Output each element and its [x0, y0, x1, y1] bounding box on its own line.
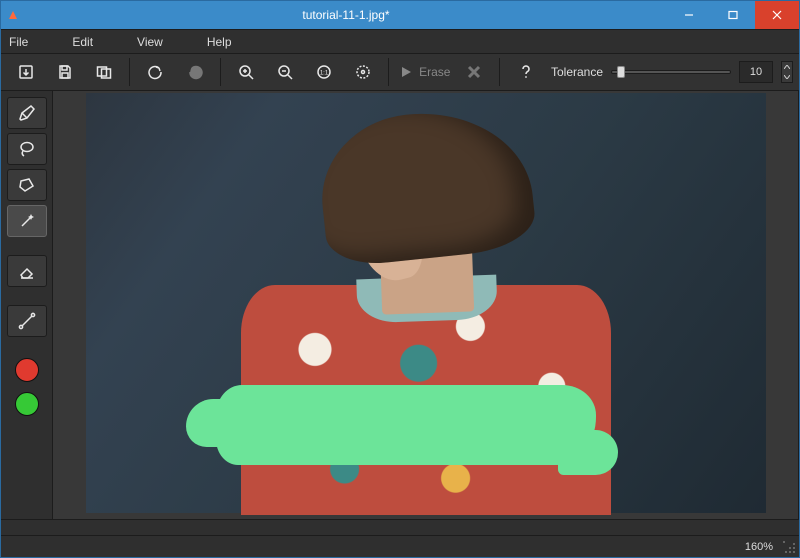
- zoom-actual-button[interactable]: 1:1: [308, 57, 341, 87]
- canvas[interactable]: [53, 91, 799, 519]
- image-content: [86, 93, 766, 513]
- maximize-button[interactable]: [711, 1, 755, 29]
- menu-help[interactable]: Help: [207, 35, 232, 49]
- line-tool[interactable]: [7, 305, 47, 337]
- menu-file[interactable]: File: [9, 35, 28, 49]
- help-button[interactable]: [509, 57, 542, 87]
- magic-wand-tool[interactable]: [7, 205, 47, 237]
- erase-label: Erase: [419, 65, 450, 79]
- undo-button[interactable]: [139, 57, 172, 87]
- work-area: [1, 91, 799, 519]
- toolbar: 1:1 Erase Tolerance 10: [1, 53, 799, 91]
- zoom-level[interactable]: 160%: [745, 541, 773, 553]
- titlebar[interactable]: tutorial-11-1.jpg*: [1, 1, 799, 29]
- zoom-out-button[interactable]: [269, 57, 302, 87]
- spinner-down-icon[interactable]: [782, 72, 792, 82]
- selection-mask: [216, 385, 596, 465]
- horizontal-scrollbar[interactable]: [1, 519, 799, 535]
- tool-sidebar: [1, 91, 53, 519]
- cancel-erase-button[interactable]: [457, 57, 490, 87]
- separator: [129, 58, 130, 86]
- app-icon: [1, 1, 25, 29]
- menubar: File Edit View Help: [1, 29, 799, 53]
- app-window: tutorial-11-1.jpg* File Edit View Help 1…: [0, 0, 800, 558]
- separator: [388, 58, 389, 86]
- green-marker-color[interactable]: [7, 389, 47, 419]
- tolerance-value[interactable]: 10: [739, 61, 773, 83]
- separator: [220, 58, 221, 86]
- save-button[interactable]: [49, 57, 82, 87]
- polygon-tool[interactable]: [7, 169, 47, 201]
- redo-button[interactable]: [178, 57, 211, 87]
- open-button[interactable]: [10, 57, 43, 87]
- window-title: tutorial-11-1.jpg*: [25, 1, 667, 29]
- marker-tool[interactable]: [7, 97, 47, 129]
- tolerance-control: Tolerance 10: [551, 61, 793, 83]
- spinner-up-icon[interactable]: [782, 62, 792, 72]
- menu-edit[interactable]: Edit: [72, 35, 93, 49]
- compare-button[interactable]: [88, 57, 121, 87]
- minimize-button[interactable]: [667, 1, 711, 29]
- separator: [499, 58, 500, 86]
- red-marker-color[interactable]: [7, 355, 47, 385]
- close-button[interactable]: [755, 1, 799, 29]
- lasso-tool[interactable]: [7, 133, 47, 165]
- tolerance-spinner[interactable]: [781, 61, 793, 83]
- zoom-fit-button[interactable]: [346, 57, 379, 87]
- tolerance-slider[interactable]: [611, 65, 731, 79]
- menu-view[interactable]: View: [137, 35, 163, 49]
- statusbar: 160%: [1, 535, 799, 557]
- zoom-in-button[interactable]: [230, 57, 263, 87]
- tolerance-label: Tolerance: [551, 65, 603, 79]
- eraser-tool[interactable]: [7, 255, 47, 287]
- svg-text:1:1: 1:1: [320, 71, 329, 77]
- erase-button[interactable]: Erase: [399, 65, 450, 79]
- resize-grip[interactable]: [783, 541, 797, 555]
